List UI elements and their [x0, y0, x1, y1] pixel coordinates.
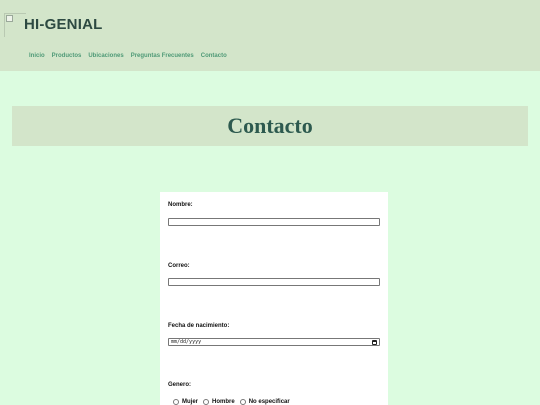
gender-option-no-especificar[interactable]: No especificar [239, 399, 290, 405]
calendar-icon[interactable] [372, 340, 377, 345]
gender-label: Genero: [168, 382, 192, 388]
gender-option-mujer[interactable]: Mujer [173, 399, 198, 405]
birthdate-placeholder: mm/dd/yyyy [171, 339, 202, 345]
name-input[interactable] [168, 218, 380, 226]
site-header: HI-GENIAL Inicio Productos Ubicaciones P… [0, 0, 540, 71]
page-title-banner: Contacto [12, 106, 528, 146]
gender-option-label: Hombre [212, 399, 235, 405]
nav-link-ubicaciones[interactable]: Ubicaciones [88, 53, 123, 59]
radio-button[interactable] [239, 399, 246, 405]
logo-image [4, 13, 26, 37]
birthdate-label: Fecha de nacimiento: [168, 323, 230, 329]
birthdate-input[interactable]: mm/dd/yyyy [168, 338, 380, 346]
broken-image-icon [6, 15, 13, 22]
nav-link-inicio[interactable]: Inicio [29, 53, 45, 59]
radio-button[interactable] [173, 399, 179, 405]
brand-name: HI-GENIAL [24, 16, 103, 33]
main-nav: Inicio Productos Ubicaciones Preguntas F… [29, 53, 227, 59]
name-label: Nombre: [168, 202, 193, 208]
nav-link-preguntas-frecuentes[interactable]: Preguntas Frecuentes [131, 53, 194, 59]
gender-option-label: Mujer [182, 399, 199, 405]
gender-option-label: No especificar [248, 399, 290, 405]
gender-option-hombre[interactable]: Hombre [203, 399, 235, 405]
page-title: Contacto [227, 113, 313, 138]
email-label: Correo: [168, 263, 190, 269]
contact-form: Nombre: Correo: Fecha de nacimiento: mm/… [160, 192, 388, 405]
nav-link-productos[interactable]: Productos [52, 53, 82, 59]
email-input[interactable] [168, 278, 380, 286]
nav-link-contacto[interactable]: Contacto [201, 53, 227, 59]
radio-button[interactable] [203, 399, 210, 405]
gender-radio-group: Mujer Hombre No especificar [173, 399, 290, 405]
